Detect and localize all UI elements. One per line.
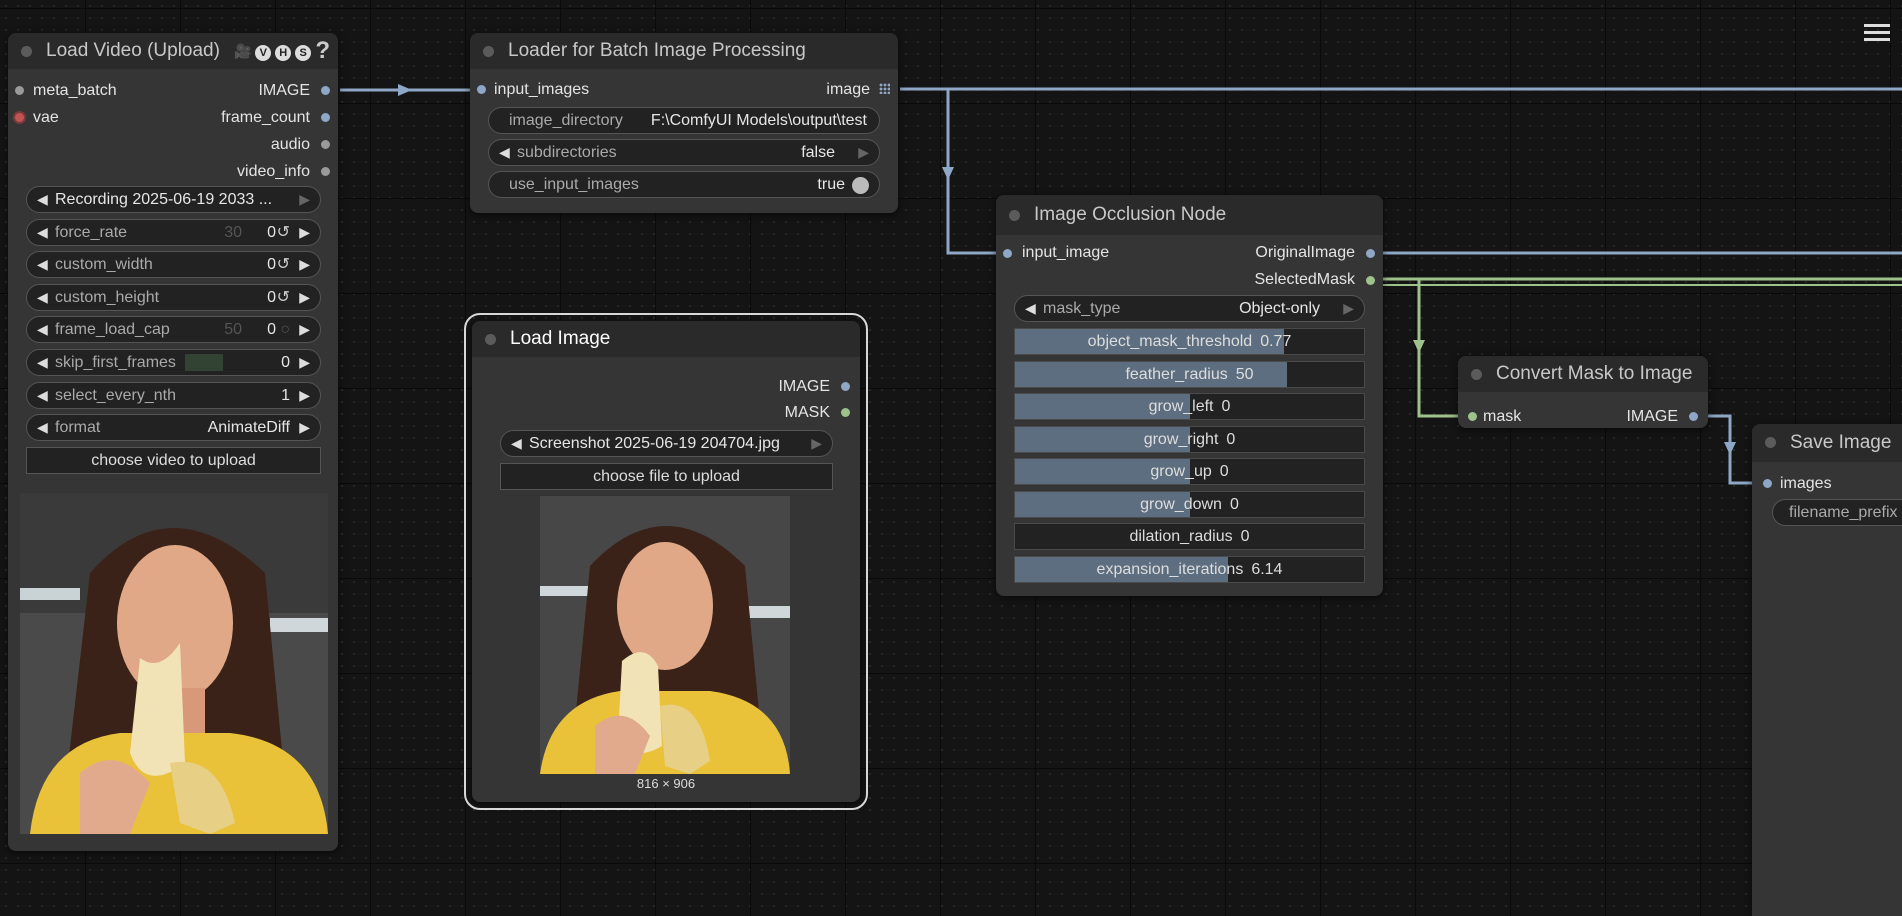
slider-grow-left[interactable]: grow_left 0 <box>1014 393 1365 420</box>
input-meta-batch: meta_batch <box>33 82 117 99</box>
image-output-socket[interactable] <box>321 86 330 95</box>
toggle-knob-icon <box>852 177 869 194</box>
choose-file-button[interactable]: choose file to upload <box>500 463 833 490</box>
original-image-socket[interactable] <box>1366 249 1375 258</box>
slider-text: expansion_iterations 6.14 <box>1096 560 1283 578</box>
input-images-label: input_images <box>494 81 590 98</box>
slider-text: object_mask_threshold 0.77 <box>1087 333 1292 350</box>
collapse-dot-icon[interactable] <box>485 334 496 345</box>
menu-icon[interactable] <box>1864 20 1890 45</box>
custom-height-widget[interactable]: ◀ custom_height 0 ↺ ▶ <box>26 284 321 311</box>
node-save-image[interactable]: Save Image images filename_prefix <box>1752 424 1902 916</box>
image-output-socket[interactable] <box>1689 412 1698 421</box>
collapse-dot-icon[interactable] <box>1471 369 1482 380</box>
video-preview <box>20 493 328 834</box>
node-title-text: Load Video (Upload) <box>46 40 220 61</box>
output-image: IMAGE <box>778 378 830 395</box>
mask-input-label: mask <box>1483 408 1522 425</box>
images-input-socket[interactable] <box>1763 479 1772 488</box>
slider-dilation-radius[interactable]: dilation_radius 0 <box>1014 523 1365 550</box>
node-title-text: Loader for Batch Image Processing <box>508 40 806 61</box>
output-mask: MASK <box>784 404 830 421</box>
subdirectories-toggle[interactable]: ◀ subdirectories false ▶ <box>488 139 880 166</box>
node-title-text: Convert Mask to Image <box>1496 363 1693 384</box>
output-frame-count: frame_count <box>221 109 310 126</box>
preview-image <box>540 496 790 774</box>
images-input-label: images <box>1780 475 1832 492</box>
slider-expansion-iterations[interactable]: expansion_iterations 6.14 <box>1014 555 1365 583</box>
output-selected-mask: SelectedMask <box>1254 271 1356 288</box>
collapse-dot-icon[interactable] <box>21 46 32 57</box>
input-image-label: input_image <box>1022 244 1110 261</box>
node-title[interactable]: Image Occlusion Node <box>996 195 1383 235</box>
vhs-badge: 🎥 V H S <box>234 33 312 69</box>
input-vae: vae <box>33 109 59 126</box>
collapse-dot-icon[interactable] <box>1009 210 1020 221</box>
slider-object-mask-threshold[interactable]: object_mask_threshold 0.77 <box>1014 328 1365 355</box>
image-directory-field[interactable]: image_directory F:\ComfyUI Models\output… <box>488 107 880 134</box>
use-input-images-toggle[interactable]: use_input_images true <box>488 171 880 198</box>
frame-count-socket[interactable] <box>321 113 330 122</box>
node-load-video[interactable]: Load Video (Upload) 🎥 V H S ? meta_batch… <box>8 33 338 851</box>
node-title-text: Save Image <box>1790 432 1892 453</box>
help-icon[interactable]: ? <box>315 33 330 69</box>
mask-input-socket[interactable] <box>1468 412 1477 421</box>
collapse-dot-icon[interactable] <box>483 46 494 57</box>
output-original-image: OriginalImage <box>1255 244 1355 261</box>
select-every-nth-widget[interactable]: ◀ select_every_nth 1 ▶ <box>26 382 321 409</box>
node-title[interactable]: Convert Mask to Image <box>1458 356 1708 392</box>
slider-text: grow_right 0 <box>1143 430 1236 448</box>
node-title[interactable]: Loader for Batch Image Processing <box>470 33 898 69</box>
mask-type-combo[interactable]: ◀ mask_type Object-only ▶ <box>1014 295 1365 322</box>
slider-text: grow_down 0 <box>1140 495 1239 513</box>
custom-width-widget[interactable]: ◀ custom_width 0 ↺ ▶ <box>26 251 321 278</box>
frame-load-cap-widget[interactable]: ◀ frame_load_cap 50 0 ○ ▶ <box>26 316 321 343</box>
grid-output-icon[interactable] <box>879 83 890 94</box>
slider-text: grow_up 0 <box>1150 463 1229 480</box>
node-load-image[interactable]: Load Image IMAGE MASK ◀ Screenshot 2025-… <box>464 313 868 810</box>
force-rate-widget[interactable]: ◀ force_rate 30 0 ↺ ▶ <box>26 219 321 246</box>
node-title-text: Image Occlusion Node <box>1034 204 1227 225</box>
output-image-label: image <box>826 81 870 98</box>
image-output-socket[interactable] <box>841 382 850 391</box>
output-image: IMAGE <box>258 82 310 99</box>
node-batch-loader[interactable]: Loader for Batch Image Processing input_… <box>470 33 898 213</box>
node-title[interactable]: Load Video (Upload) 🎥 V H S ? <box>8 33 338 69</box>
output-audio: audio <box>270 136 310 153</box>
choose-video-button[interactable]: choose video to upload <box>26 447 321 474</box>
mask-output-socket[interactable] <box>841 408 850 417</box>
node-title-text: Load Image <box>510 328 611 349</box>
slider-text: grow_left 0 <box>1148 398 1231 415</box>
video-file-combo[interactable]: ◀ Recording 2025-06-19 2033 ... ▶ <box>26 186 321 213</box>
skip-first-frames-widget[interactable]: ◀ skip_first_frames 0 ▶ <box>26 349 321 376</box>
image-file-combo[interactable]: ◀ Screenshot 2025-06-19 204704.jpg ▶ <box>500 430 833 457</box>
output-video-info: video_info <box>237 163 310 180</box>
slider-feather-radius[interactable]: feather_radius 50 <box>1014 360 1365 388</box>
slider-text: feather_radius 50 <box>1125 365 1254 383</box>
slider-grow-up[interactable]: grow_up 0 <box>1014 458 1365 485</box>
preview-image <box>20 493 328 834</box>
node-convert-mask[interactable]: Convert Mask to Image mask IMAGE <box>1458 356 1708 428</box>
selected-mask-socket[interactable] <box>1366 276 1375 285</box>
input-image-socket[interactable] <box>1003 249 1012 258</box>
slider-grow-down[interactable]: grow_down 0 <box>1014 490 1365 518</box>
video-info-socket[interactable] <box>321 167 330 176</box>
node-image-occlusion[interactable]: Image Occlusion Node input_image Origina… <box>996 195 1383 596</box>
node-title[interactable]: Save Image <box>1752 424 1902 462</box>
vae-socket[interactable] <box>15 113 24 122</box>
image-dimensions: 816 × 906 <box>636 776 696 791</box>
meta-batch-socket[interactable] <box>15 86 24 95</box>
collapse-dot-icon[interactable] <box>1765 437 1776 448</box>
audio-socket[interactable] <box>321 140 330 149</box>
format-combo[interactable]: ◀ format AnimateDiff ▶ <box>26 414 321 441</box>
slider-grow-right[interactable]: grow_right 0 <box>1014 425 1365 453</box>
node-title[interactable]: Load Image <box>472 321 860 357</box>
image-preview <box>540 496 790 774</box>
mini-toggle-icon <box>185 354 223 371</box>
image-output-label: IMAGE <box>1626 408 1678 425</box>
filename-prefix-field[interactable]: filename_prefix <box>1772 499 1902 526</box>
wire-batch-to-occlusion <box>946 89 1000 255</box>
slider-text: dilation_radius 0 <box>1129 528 1250 545</box>
input-images-socket[interactable] <box>477 85 486 94</box>
